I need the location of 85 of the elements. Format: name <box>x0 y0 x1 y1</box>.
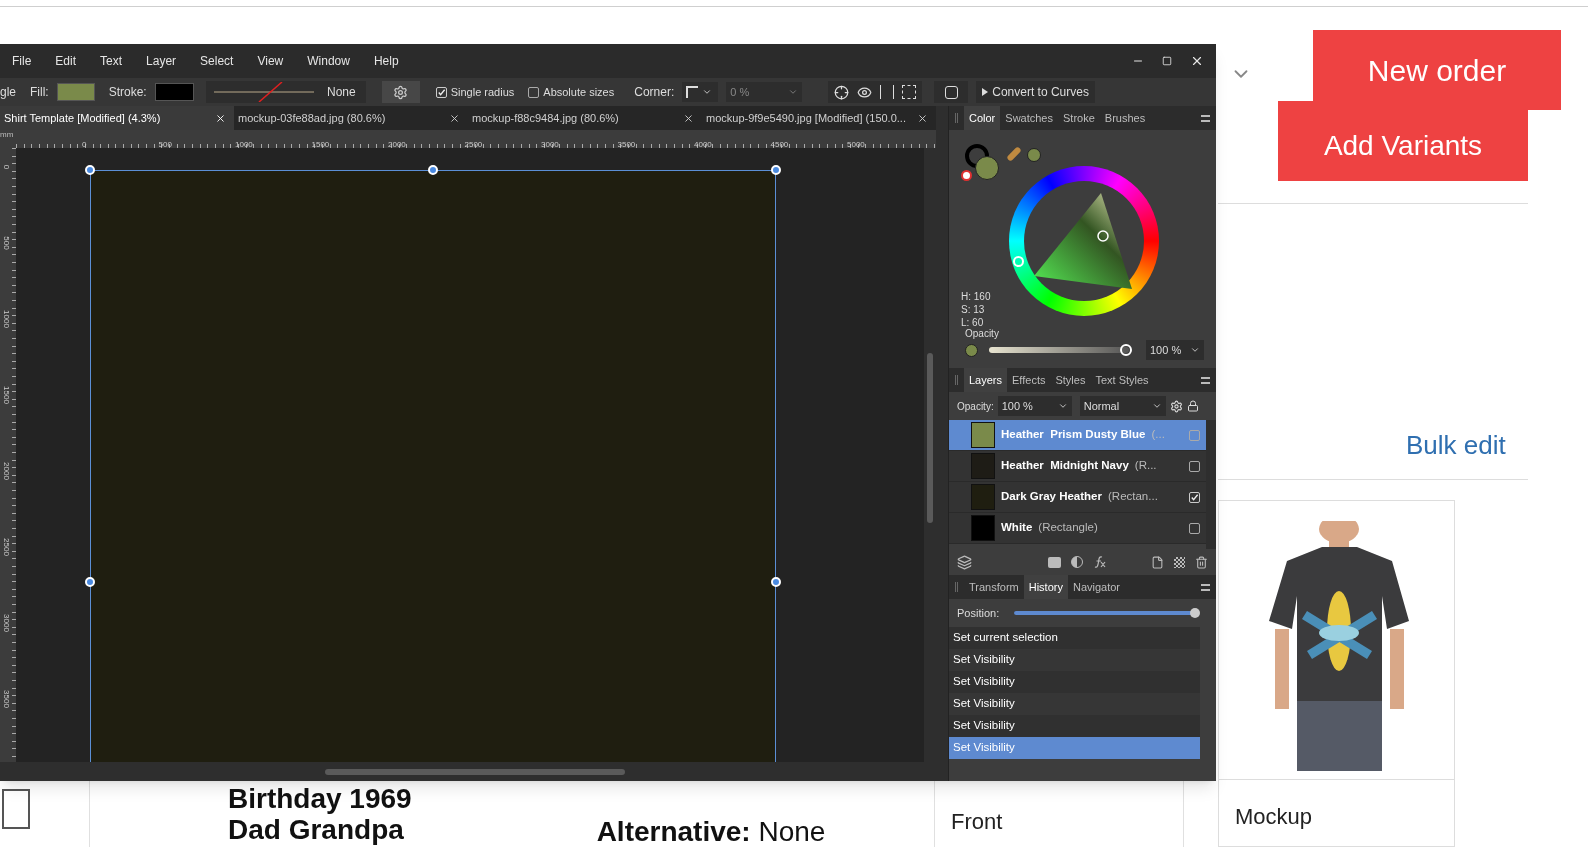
ruler-label: 3000 <box>541 140 559 149</box>
ruler-unit: mm <box>0 130 15 141</box>
menu-item[interactable]: Select <box>188 52 246 70</box>
opacity-dropdown[interactable]: 100 % <box>997 396 1072 416</box>
fill-label: Fill: <box>30 84 49 101</box>
layer-row[interactable]: Heather Midnight Navy (R... <box>949 451 1206 482</box>
corner-label: Corner: <box>634 84 675 101</box>
design-title: Birthday 1969 <box>228 783 412 814</box>
layer-type: (Rectangle) <box>1038 520 1098 536</box>
panel-tab[interactable]: Navigator <box>1067 575 1126 599</box>
design-subtitle: Dad Grandpa <box>228 814 405 845</box>
ruler-label: 0 <box>1 164 11 170</box>
panel-tab[interactable]: Swatches <box>1000 106 1058 130</box>
panel-tab[interactable]: Layers <box>964 368 1008 392</box>
layer-row[interactable]: White (Rectangle) <box>949 513 1206 544</box>
ruler-label: 2000 <box>388 140 406 149</box>
menu-item[interactable]: Text <box>88 52 135 70</box>
ruler-label: 500 <box>1 236 11 250</box>
menu-item[interactable]: Help <box>361 52 411 70</box>
stroke-style-dropdown[interactable]: None <box>205 81 366 103</box>
alternative-text: Alternative: None <box>596 815 826 847</box>
panel-tab[interactable]: Styles <box>1050 368 1091 392</box>
layer-name: Dark Gray Heather <box>1001 489 1102 505</box>
layer-type: (Rectan... <box>1108 489 1158 505</box>
menu-item[interactable]: File <box>0 52 44 70</box>
ruler-label: 4000 <box>694 140 712 149</box>
opacity-field[interactable]: 100 % <box>1146 340 1204 360</box>
history-item[interactable]: Set Visibility <box>949 693 1200 715</box>
mockup-card[interactable]: Mockup <box>1218 500 1455 847</box>
ruler-label: 2500 <box>464 140 483 149</box>
hsl-value: L: 60 <box>961 316 985 329</box>
corner-field[interactable]: 0 % <box>726 82 803 102</box>
opacity-label: Opacity: <box>957 399 994 414</box>
hsl-value: H: 160 <box>961 290 991 303</box>
convert-to-curves-button[interactable]: Convert to Curves <box>976 81 1095 103</box>
ruler-label: 3500 <box>617 140 636 149</box>
ruler-label: 3500 <box>1 690 11 708</box>
ruler-label: 0 <box>82 140 87 149</box>
position-label: Position: <box>957 605 1000 621</box>
layer-name: Heather Prism Dusty Blue <box>1001 427 1146 443</box>
ruler-label: 3000 <box>1 614 11 632</box>
layer-row[interactable]: Dark Gray Heather (Rectan... <box>949 482 1206 513</box>
panel-tab[interactable]: Color <box>964 106 1001 130</box>
document-tab[interactable]: mockup-f88c9484.jpg (80.6%) <box>468 106 702 130</box>
history-item[interactable]: Set Visibility <box>949 715 1200 737</box>
document-tab[interactable]: mockup-03fe88ad.jpg (80.6%) <box>234 106 468 130</box>
panel-tab[interactable]: Text Styles <box>1090 368 1154 392</box>
document-tab[interactable]: Shirt Template [Modified] (4.3%) <box>0 106 234 130</box>
ruler-label: 2500 <box>1 538 11 556</box>
ruler-label: 1000 <box>1 310 11 328</box>
ruler-label: 1000 <box>235 140 253 149</box>
tool-label: gle <box>0 84 16 101</box>
opacity-label: Opacity <box>965 327 999 341</box>
new-order-button[interactable]: New order <box>1313 30 1561 110</box>
ruler-label: 500 <box>158 140 172 149</box>
menu-item[interactable]: View <box>245 52 296 70</box>
ruler-label: 5000 <box>847 140 865 149</box>
layer-type: (... <box>1151 427 1165 443</box>
history-item[interactable]: Set Visibility <box>949 671 1200 693</box>
panel-tab[interactable]: Stroke <box>1058 106 1100 130</box>
panel-tab[interactable]: Effects <box>1007 368 1051 392</box>
ruler-label: 1500 <box>311 140 330 149</box>
layer-type: (R... <box>1134 458 1157 474</box>
menu-item[interactable]: Window <box>295 52 362 70</box>
card-label: Mockup <box>1235 804 1313 829</box>
blend-mode-dropdown[interactable]: Normal <box>1079 396 1166 416</box>
checkbox-label: Absolute sizes <box>543 84 615 100</box>
hsl-value: S: 13 <box>961 303 986 316</box>
panel-tab[interactable]: History <box>1023 575 1068 599</box>
panel-tab[interactable]: Transform <box>964 575 1024 599</box>
ruler-label: 4500 <box>770 140 789 149</box>
card-label: Front <box>951 809 1003 834</box>
menu-item[interactable]: Edit <box>43 52 89 70</box>
ruler-label: 1500 <box>1 386 11 404</box>
menu-item[interactable]: Layer <box>134 52 189 70</box>
layer-name: Heather Midnight Navy <box>1001 458 1129 474</box>
history-item[interactable]: Set Visibility <box>949 649 1200 671</box>
layer-name: White <box>1001 520 1033 536</box>
document-tab[interactable]: mockup-9f9e5490.jpg [Modified] (150.0... <box>702 106 936 130</box>
ruler-label: 2000 <box>1 462 11 480</box>
stroke-label: Stroke: <box>108 84 147 101</box>
checkbox-label: Single radius <box>450 84 515 100</box>
bulk-edit-link[interactable]: Bulk edit <box>1406 426 1506 465</box>
history-item[interactable]: Set current selection <box>949 627 1200 649</box>
panel-tab[interactable]: Brushes <box>1099 106 1151 130</box>
